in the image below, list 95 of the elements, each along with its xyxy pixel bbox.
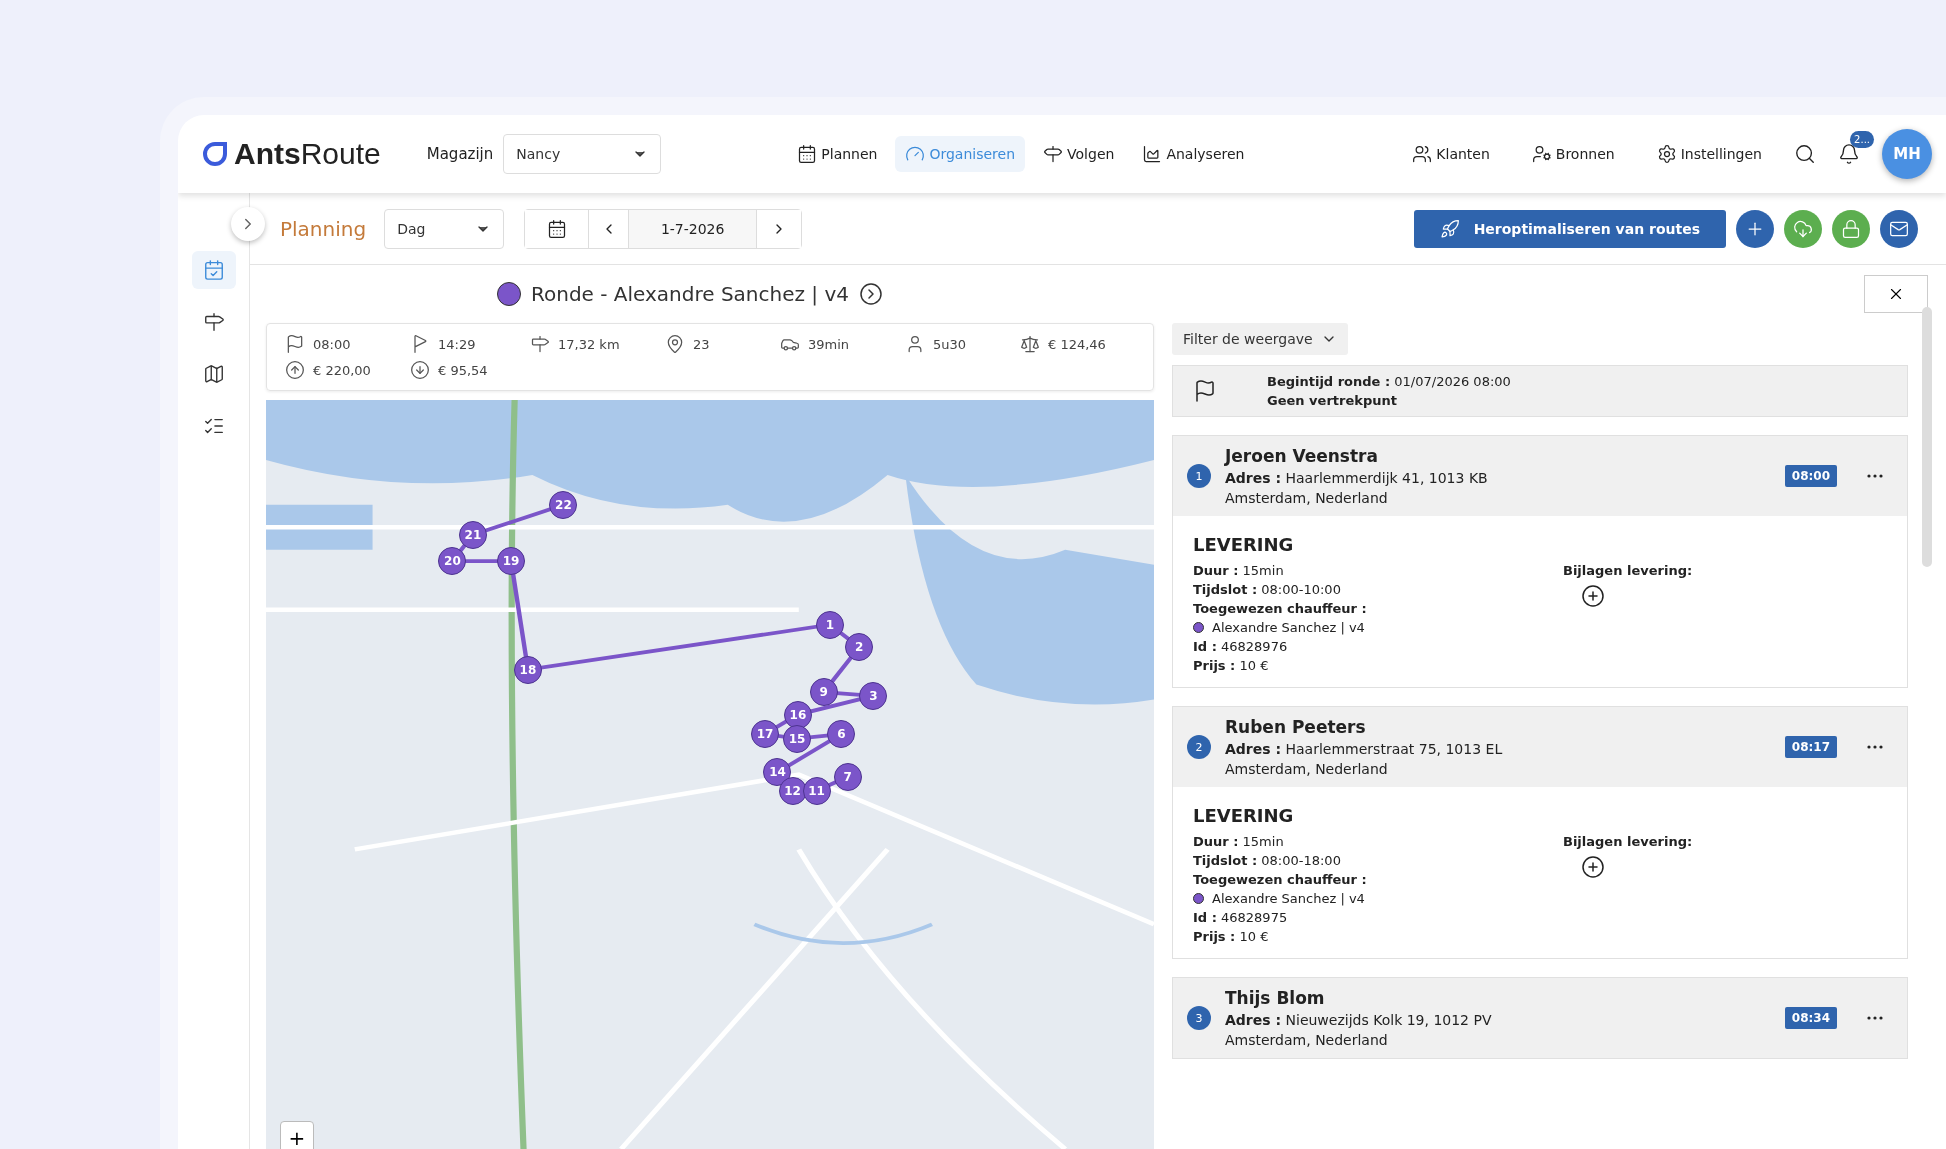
nav-link[interactable]: Bronnen: [1521, 136, 1625, 172]
driver-name: Alexandre Sanchez | v4: [1212, 891, 1365, 906]
action-button[interactable]: [1736, 209, 1774, 248]
calendar-icon: [797, 144, 818, 164]
address-text: Adres : Nieuwezijds Kolk 19, 1012 PV: [1225, 1012, 1492, 1028]
nav-link[interactable]: Klanten: [1402, 136, 1500, 172]
action-button[interactable]: [1784, 209, 1822, 248]
logo-text: AntsRoute: [234, 137, 381, 171]
detail-text: Duur : 15min: [1193, 563, 1285, 578]
bell-icon[interactable]: [1838, 143, 1860, 165]
flag-icon: [285, 334, 305, 354]
close-button[interactable]: [1864, 275, 1928, 313]
stat-value: € 124,46: [1048, 336, 1106, 352]
stop-number: 1: [1187, 464, 1211, 488]
start-time-text: Begintijd ronde : 01/07/2026 08:00: [1267, 374, 1511, 389]
detail-text: Duur : 15min: [1193, 834, 1285, 849]
warehouse-dropdown[interactable]: Nancy: [503, 134, 662, 174]
city-text: Amsterdam, Nederland: [1225, 1032, 1389, 1048]
time-badge: 08:00: [1784, 465, 1837, 487]
nav-tab[interactable]: Analyseren: [1132, 136, 1255, 172]
add-attachment-icon[interactable]: [1581, 855, 1605, 879]
filter-dropdown[interactable]: Filter de weergave: [1172, 323, 1348, 355]
stat-value: € 95,54: [438, 362, 488, 378]
detail-text: Prijs : 10 €: [1193, 658, 1270, 673]
reoptimize-button[interactable]: Heroptimaliseren van routes: [1413, 209, 1726, 248]
route-title: Ronde - Alexandre Sanchez | v4: [530, 282, 850, 306]
no-departure-text: Geen vertrekpunt: [1267, 393, 1398, 408]
section-title: LEVERING: [1193, 805, 1295, 826]
zoom-in-button[interactable]: +: [280, 1121, 314, 1149]
nav-tab[interactable]: Plannen: [787, 136, 888, 172]
customer-name: Jeroen Veenstra: [1225, 446, 1379, 466]
attachments-label: Bijlagen levering:: [1563, 563, 1693, 578]
user-gear-icon: [1531, 144, 1552, 164]
signpost-icon: [1043, 144, 1064, 164]
arrow-down-icon: [410, 360, 430, 380]
more-icon: [1867, 1016, 1883, 1020]
page-title: Planning: [280, 216, 367, 241]
action-button[interactable]: [1880, 209, 1918, 248]
more-icon: [1867, 474, 1883, 478]
calendar-icon: [546, 218, 567, 239]
scale-icon: [1020, 334, 1040, 354]
users-icon: [1412, 144, 1433, 164]
time-badge: 08:17: [1784, 736, 1837, 758]
calendar-button[interactable]: [525, 209, 590, 248]
customer-name: Thijs Blom: [1225, 988, 1326, 1008]
detail-text: Toegewezen chauffeur :: [1193, 872, 1368, 887]
add-attachment-icon[interactable]: [1581, 584, 1605, 608]
user-avatar[interactable]: MH: [1882, 129, 1932, 179]
settings-icon: [1656, 144, 1677, 164]
detail-text: Prijs : 10 €: [1193, 929, 1270, 944]
stat-value: 23: [693, 336, 710, 352]
arrow-up-icon: [285, 360, 305, 380]
more-icon: [1867, 745, 1883, 749]
stat-value: 39min: [808, 336, 850, 352]
nav-tab[interactable]: Volgen: [1033, 136, 1125, 172]
next-route-icon[interactable]: [859, 282, 884, 306]
detail-text: Id : 46828976: [1193, 639, 1289, 654]
nav-link[interactable]: Instellingen: [1646, 136, 1772, 172]
address-text: Adres : Haarlemmerstraat 75, 1013 EL: [1225, 741, 1503, 757]
action-button[interactable]: [1832, 209, 1870, 248]
detail-text: Id : 46828975: [1193, 910, 1289, 925]
detail-text: Tijdslot : 08:00-18:00: [1193, 853, 1342, 868]
chart-icon: [1142, 144, 1163, 164]
stat-value: 08:00: [313, 336, 351, 352]
stat-value: 5u30: [933, 336, 967, 352]
view-dropdown[interactable]: Dag: [384, 208, 505, 249]
scrollbar[interactable]: [1922, 307, 1932, 567]
stat-value: € 220,00: [313, 362, 371, 378]
city-text: Amsterdam, Nederland: [1225, 490, 1389, 506]
rocket-icon: [1439, 218, 1460, 239]
notification-badge: 2...: [1850, 131, 1874, 148]
section-title: LEVERING: [1193, 534, 1295, 555]
stop-number: 2: [1187, 735, 1211, 759]
attachments-label: Bijlagen levering:: [1563, 834, 1693, 849]
city-text: Amsterdam, Nederland: [1225, 761, 1389, 777]
detail-text: Toegewezen chauffeur :: [1193, 601, 1368, 616]
warehouse-label: Magazijn: [426, 145, 494, 163]
logo-icon: [202, 141, 228, 167]
customer-name: Ruben Peeters: [1225, 717, 1367, 737]
search-icon[interactable]: [1794, 143, 1816, 165]
date-field[interactable]: 1-7-2026: [629, 209, 758, 248]
stop-number: 3: [1187, 1006, 1211, 1030]
detail-text: Tijdslot : 08:00-10:00: [1193, 582, 1342, 597]
time-badge: 08:34: [1784, 1007, 1837, 1029]
stat-value: 14:29: [438, 336, 476, 352]
flag-icon: [1193, 379, 1217, 403]
calendar-icon: [202, 259, 225, 281]
map-icon: [202, 363, 225, 385]
stat-value: 17,32 km: [558, 336, 620, 352]
pin-icon: [665, 334, 685, 354]
driver-name: Alexandre Sanchez | v4: [1212, 620, 1365, 635]
cloud-download-icon: [1793, 218, 1813, 239]
nav-tab[interactable]: Organiseren: [895, 136, 1026, 172]
lock-icon: [1841, 218, 1861, 239]
address-text: Adres : Haarlemmerdijk 41, 1013 KB: [1225, 470, 1488, 486]
